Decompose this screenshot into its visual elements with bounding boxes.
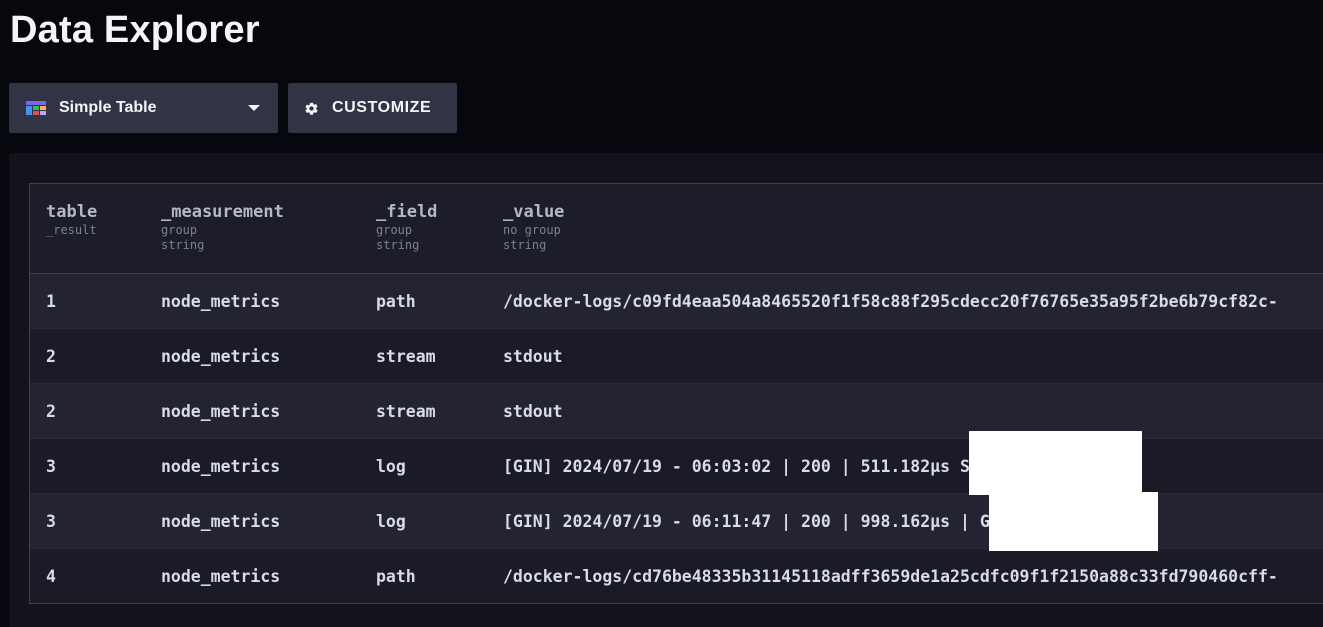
visualization-type-dropdown[interactable]: Simple Table bbox=[9, 83, 278, 133]
redaction-box bbox=[989, 492, 1158, 551]
table-header: table _result _measurement group string … bbox=[30, 184, 1323, 274]
cell-field: log bbox=[376, 512, 406, 531]
column-header-measurement[interactable]: _measurement group string bbox=[161, 201, 284, 253]
cell-measurement: node_metrics bbox=[161, 402, 281, 421]
cell-value: stdout bbox=[503, 347, 563, 366]
cell-value: /docker-logs/cd76be48335b31145118adff365… bbox=[503, 567, 1278, 586]
cell-measurement: node_metrics bbox=[161, 567, 281, 586]
cell-table: 2 bbox=[46, 347, 56, 366]
page-title: Data Explorer bbox=[10, 9, 260, 51]
redaction-box bbox=[969, 431, 1142, 495]
cell-table: 3 bbox=[46, 512, 56, 531]
cell-value: stdout bbox=[503, 402, 563, 421]
table-icon bbox=[26, 101, 46, 115]
cell-table: 2 bbox=[46, 402, 56, 421]
results-panel: table _result _measurement group string … bbox=[9, 153, 1323, 627]
cell-table: 1 bbox=[46, 292, 56, 311]
visualization-type-label: Simple Table bbox=[59, 99, 157, 116]
cell-measurement: node_metrics bbox=[161, 292, 281, 311]
cell-measurement: node_metrics bbox=[161, 457, 281, 476]
table-row: 1 node_metrics path /docker-logs/c09fd4e… bbox=[30, 274, 1323, 329]
column-header-value[interactable]: _value no group string bbox=[503, 201, 564, 253]
cell-field: path bbox=[376, 292, 416, 311]
cell-measurement: node_metrics bbox=[161, 512, 281, 531]
gear-icon bbox=[305, 102, 318, 115]
cell-field: stream bbox=[376, 347, 436, 366]
table-row: 2 node_metrics stream stdout bbox=[30, 329, 1323, 384]
customize-button-label: CUSTOMIZE bbox=[332, 99, 432, 116]
cell-field: log bbox=[376, 457, 406, 476]
cell-field: path bbox=[376, 567, 416, 586]
column-header-field[interactable]: _field group string bbox=[376, 201, 437, 253]
caret-down-icon bbox=[248, 105, 260, 111]
cell-table: 3 bbox=[46, 457, 56, 476]
cell-value: /docker-logs/c09fd4eaa504a8465520f1f58c8… bbox=[503, 292, 1278, 311]
cell-field: stream bbox=[376, 402, 436, 421]
cell-table: 4 bbox=[46, 567, 56, 586]
cell-measurement: node_metrics bbox=[161, 347, 281, 366]
customize-button[interactable]: CUSTOMIZE bbox=[288, 83, 457, 133]
table-row: 4 node_metrics path /docker-logs/cd76be4… bbox=[30, 549, 1323, 603]
column-header-table[interactable]: table _result bbox=[46, 201, 97, 238]
